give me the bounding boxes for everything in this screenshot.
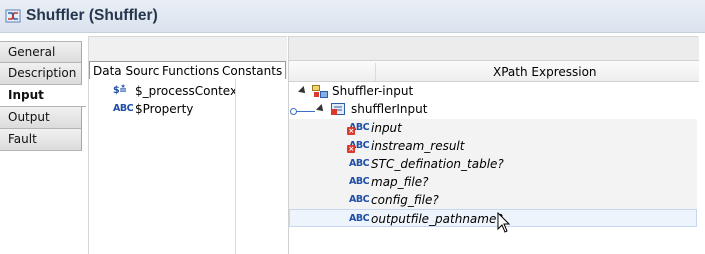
string-type-icon: ABC ×	[347, 140, 370, 153]
string-type-icon: ABC	[349, 213, 370, 224]
data-source-label: $_processContext	[135, 84, 242, 98]
field-label: STC_defination_table?	[371, 157, 504, 171]
tree-field-row[interactable]: ABC × input	[289, 119, 697, 137]
window-title: Shuffler (Shuffler)	[26, 7, 158, 24]
tab-description[interactable]: Description	[0, 63, 82, 85]
string-type-icon: ABC	[349, 176, 370, 187]
xpath-column-header: XPath Expression	[289, 60, 699, 82]
data-source-side-area	[235, 79, 287, 254]
tree-field-row[interactable]: ABC config_file?	[289, 191, 697, 209]
mouse-pointer-icon	[497, 212, 511, 233]
expand-toggle-icon[interactable]	[298, 86, 308, 96]
subtab-functions[interactable]: Functions	[159, 61, 224, 80]
tree-field-row[interactable]: ABC map_file?	[289, 173, 697, 191]
field-label: map_file?	[371, 175, 429, 189]
column-separator[interactable]	[375, 63, 376, 81]
section-tabs: General Description Input Output Fault	[0, 33, 86, 254]
tree-field-row[interactable]: ABC × instream_result	[289, 137, 697, 155]
tree-field-row[interactable]: ABC STC_defination_table?	[289, 155, 697, 173]
data-source-subtabs: Data Source Functions Constants	[89, 61, 287, 81]
tab-general[interactable]: General	[0, 41, 82, 63]
tree-node-label: Shuffler-input	[332, 84, 414, 98]
tree-node-label: shufflerInput	[351, 102, 428, 116]
field-label: instream_result	[371, 139, 465, 153]
mapping-anchor-icon[interactable]	[290, 108, 297, 115]
xpath-toolbar-area	[289, 37, 699, 60]
schema-root-icon	[312, 85, 328, 98]
shuffler-icon	[5, 9, 21, 23]
title-bar: Shuffler (Shuffler)	[0, 0, 705, 33]
error-badge-icon: ×	[347, 127, 355, 135]
string-type-icon: ABC	[113, 103, 134, 114]
process-context-icon: $≛	[113, 85, 127, 96]
data-source-panel: Data Source Functions Constants $≛ $_pro…	[88, 36, 287, 254]
string-type-icon: ABC	[349, 158, 370, 169]
expand-toggle-icon[interactable]	[316, 104, 326, 114]
tree-node-shuffler-input[interactable]: shufflerInput	[289, 100, 697, 118]
tree-node-root[interactable]: Shuffler-input	[289, 82, 697, 100]
data-source-list: $≛ $_processContext ABC $Property	[89, 79, 242, 254]
tab-fault[interactable]: Fault	[0, 129, 82, 151]
field-label: config_file?	[371, 193, 439, 207]
tree-field-row[interactable]: ABC outputfile_pathname?	[289, 209, 697, 227]
subtab-constants[interactable]: Constants	[219, 61, 287, 80]
xpath-panel: XPath Expression Shuffler-input shuffler…	[288, 36, 699, 254]
data-source-label: $Property	[135, 102, 194, 116]
complex-element-icon	[331, 103, 345, 115]
string-type-icon: ABC	[349, 194, 370, 205]
xpath-expression-header: XPath Expression	[493, 65, 597, 79]
tab-input[interactable]: Input	[0, 85, 86, 107]
error-badge-icon: ×	[347, 145, 355, 153]
field-label: input	[371, 121, 402, 135]
string-type-icon: ABC ×	[347, 122, 370, 135]
field-label: outputfile_pathname?	[371, 212, 503, 226]
tab-output[interactable]: Output	[0, 107, 82, 129]
